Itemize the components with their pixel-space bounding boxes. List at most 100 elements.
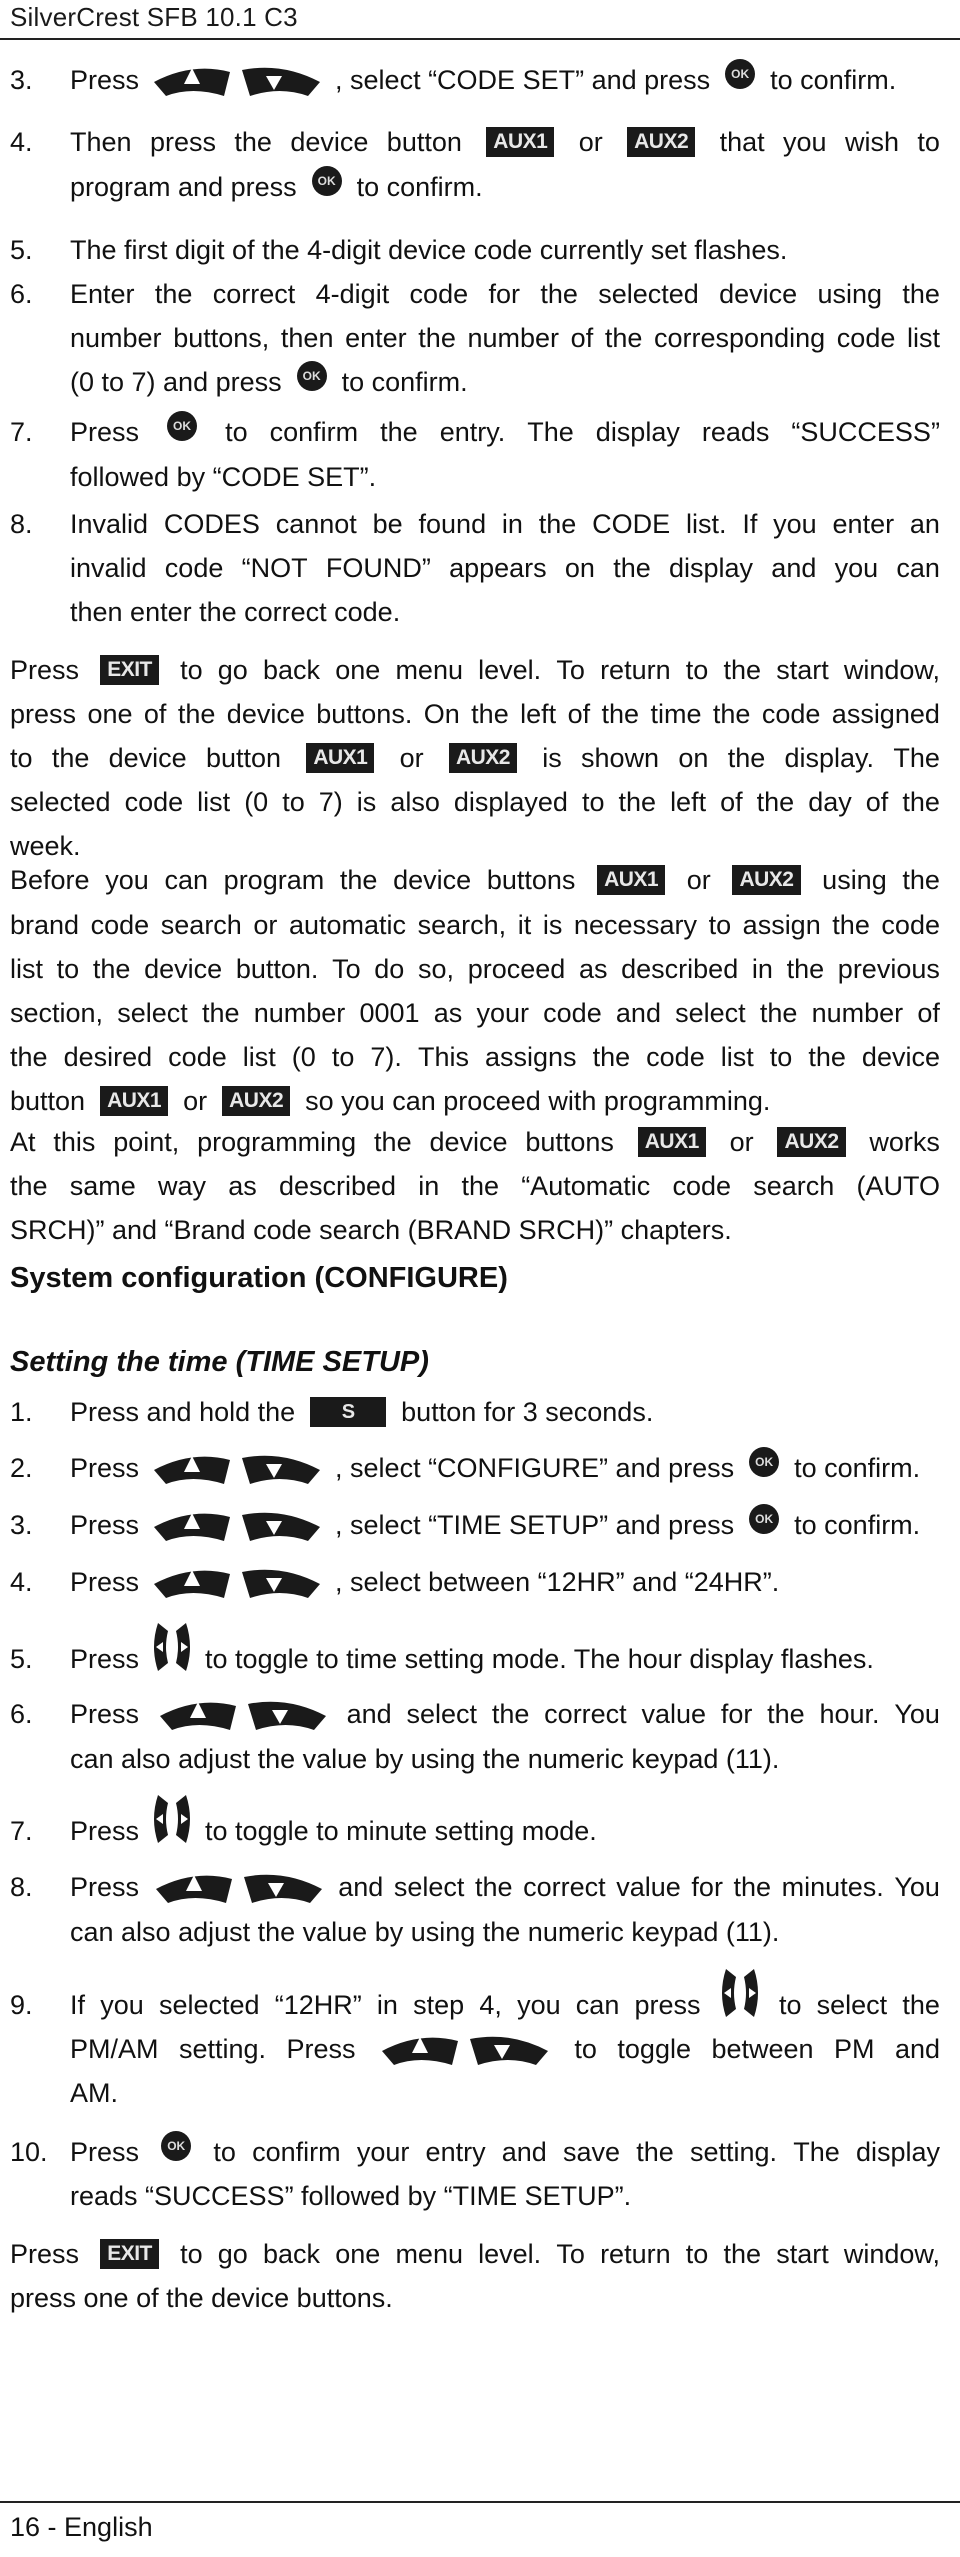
word: device xyxy=(393,865,472,895)
word: 7). xyxy=(370,1042,402,1072)
word: CODES xyxy=(163,509,260,539)
word: Invalid xyxy=(70,509,149,539)
aux1-button-icon: AUX1 xyxy=(486,127,555,157)
word: described xyxy=(278,1171,397,1201)
text-run: or xyxy=(183,1086,208,1116)
word: the xyxy=(767,1699,805,1729)
word: The xyxy=(893,743,940,773)
text-run: can also adjust the value by using the n… xyxy=(70,1744,780,1774)
word: 4, xyxy=(479,1990,502,2020)
word: and xyxy=(771,553,817,583)
line-content: button AUX1 or AUX2 so you can proceed with … xyxy=(10,1079,940,1123)
word: PM xyxy=(833,2034,875,2064)
word: the xyxy=(201,998,240,1028)
word: the xyxy=(380,417,418,447)
word: go xyxy=(217,655,248,685)
word: as xyxy=(228,1171,257,1201)
word: the xyxy=(374,1127,412,1157)
line-content: number buttons, then enter the number of the cor… xyxy=(70,316,940,360)
word: of xyxy=(917,998,940,1028)
word: menu xyxy=(395,2239,463,2269)
line-content: the same way as described in the “Automatic code… xyxy=(10,1164,940,1208)
text-run: SRCH)” and “Brand code search (BRAND SRC… xyxy=(10,1215,732,1245)
word: selected xyxy=(10,787,111,817)
word: 7) xyxy=(318,787,343,817)
word: the xyxy=(808,1042,846,1072)
text-line: 5. The first digit of the 4-digit device … xyxy=(0,228,950,272)
text-run: The first digit of the 4-digit device co… xyxy=(70,235,788,265)
word: device xyxy=(144,954,223,984)
text-line: can also adjust the value by using the n… xyxy=(0,1910,950,1954)
text-line: SRCH)” and “Brand code search (BRAND SRC… xyxy=(0,1208,950,1252)
word: code xyxy=(409,279,469,309)
aux1-button-icon: AUX1 xyxy=(637,1127,706,1157)
word: to xyxy=(180,2239,203,2269)
word: (0 xyxy=(291,1042,316,1072)
word: code xyxy=(672,1171,731,1201)
text-line: Before you can program the device buttons AUX1 o… xyxy=(0,858,950,902)
word: “NOT xyxy=(241,553,308,583)
word: enter xyxy=(832,509,895,539)
word: you xyxy=(105,865,149,895)
word: the xyxy=(604,323,643,353)
word: program xyxy=(223,865,325,895)
word: Press xyxy=(70,417,140,447)
text-run: followed by “CODE SET”. xyxy=(70,462,377,492)
word: window, xyxy=(843,2239,940,2269)
word: described xyxy=(621,954,739,984)
word: automatic xyxy=(289,910,407,940)
page-footer: 16 - English xyxy=(10,2512,153,2542)
text-line: list to the device button. To do so, proceed as de… xyxy=(0,947,950,991)
text-run: program and press xyxy=(70,172,297,202)
word: one xyxy=(335,655,381,685)
word: FOUND” xyxy=(325,553,431,583)
word: return xyxy=(600,655,671,685)
text-line: 4. Then press the device button AUX1 or AUX2 that… xyxy=(0,120,950,164)
word: display xyxy=(855,2137,940,2167)
line-content: Press and hold the Sbutton for 3 seconds. xyxy=(70,1390,940,1434)
word: back xyxy=(262,2239,321,2269)
left-right-arrow-keys-icon xyxy=(150,1793,194,1845)
aux1-button-icon: AUX1 xyxy=(100,1086,169,1116)
line-content: The first digit of the 4-digit device co… xyxy=(70,228,940,272)
word: correct xyxy=(212,279,296,309)
line-content: Invalid CODES cannot be found in the CODE list. I… xyxy=(70,502,940,546)
line-content: Press to toggle to minute setting mode. xyxy=(70,1795,940,1857)
word: the xyxy=(832,910,870,940)
aux2-button-icon: AUX2 xyxy=(627,127,696,157)
ok-button-icon: OK xyxy=(161,2131,192,2161)
ok-button-icon: OK xyxy=(725,59,756,89)
line-content: Press , select “TIME SETUP” and press OK to… xyxy=(70,1503,940,1547)
word: list xyxy=(720,1042,754,1072)
ok-button-icon: OK xyxy=(311,166,342,196)
text-run: , select “TIME SETUP” and press xyxy=(335,1510,735,1540)
step-number: 9. xyxy=(10,1990,33,2020)
word: On xyxy=(423,699,460,729)
word: the xyxy=(902,279,940,309)
word: section, xyxy=(10,998,104,1028)
word: the xyxy=(636,2137,674,2167)
word: in xyxy=(501,509,523,539)
word: step xyxy=(413,1990,465,2020)
word: the xyxy=(902,865,940,895)
word: 4-digit xyxy=(315,279,390,309)
text-line: to the device button AUX1 or AUX2 is shown on the d… xyxy=(0,736,950,780)
text-run: (0 to 7) and press xyxy=(70,367,282,397)
aux1-button-icon: AUX1 xyxy=(306,743,375,773)
line-content: Press OK to confirm the entry. The display reads… xyxy=(70,410,940,454)
word: for xyxy=(691,1872,723,1902)
ok-button-icon: OK xyxy=(167,411,198,441)
text-line: press one of the device buttons. xyxy=(0,2276,950,2320)
up-down-arrow-keys-icon xyxy=(158,1694,330,1734)
step-number: 5. xyxy=(10,235,33,265)
text-run: Press xyxy=(70,1510,140,1540)
line-content: can also adjust the value by using the n… xyxy=(70,1737,940,1781)
text-run: Press xyxy=(70,1453,140,1483)
word: 0001 xyxy=(359,998,420,1028)
word: the xyxy=(786,954,825,984)
word: number xyxy=(811,998,904,1028)
word: save xyxy=(563,2137,621,2167)
word: programming xyxy=(197,1127,357,1157)
word: to xyxy=(778,1990,802,2020)
left-right-arrow-keys-icon xyxy=(718,1967,762,2019)
